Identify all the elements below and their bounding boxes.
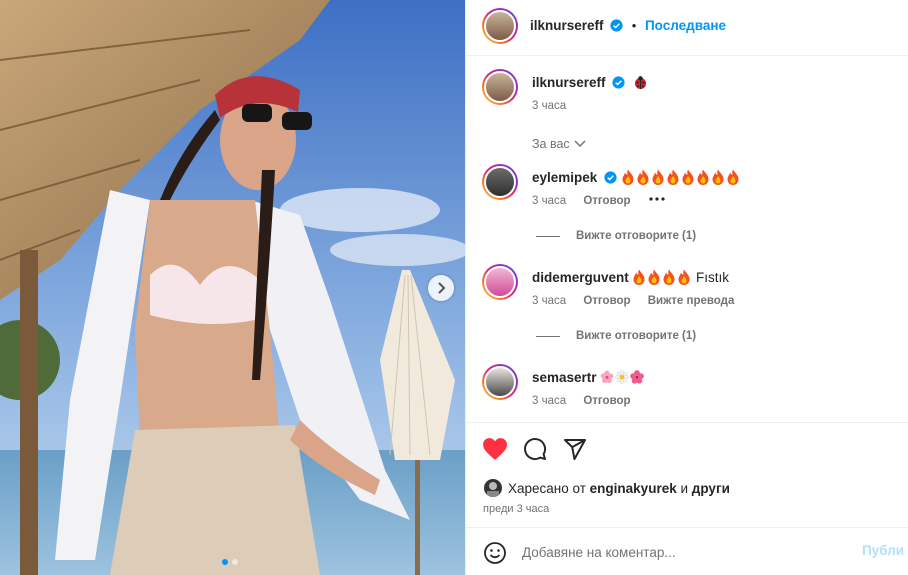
comment-username[interactable]: eylemipek — [532, 170, 597, 185]
translate-button[interactable]: Вижте превода — [648, 295, 735, 307]
comment-username[interactable]: didemerguvent — [532, 270, 629, 285]
liker-username[interactable]: enginakyurek — [590, 481, 677, 496]
for-you-filter[interactable]: За вас — [532, 137, 586, 151]
verified-icon — [612, 76, 625, 89]
comment-time: 3 часа — [532, 295, 567, 307]
comment-body: semasertr — [532, 369, 645, 385]
share-icon[interactable] — [563, 437, 587, 461]
reply-button[interactable]: Отговор — [583, 395, 630, 407]
post-photo[interactable] — [0, 0, 465, 575]
ladybug-icon — [634, 76, 646, 90]
hibiscus-emoji-icon — [630, 370, 644, 384]
comment-meta: 3 часа Отговор — [532, 395, 645, 407]
carousel-indicator — [222, 559, 238, 565]
post-time[interactable]: преди 3 часа — [483, 503, 549, 515]
comment-avatar[interactable] — [482, 264, 518, 300]
caption-username[interactable]: ilknursereff — [532, 75, 606, 90]
fire-emoji-icon — [648, 269, 660, 285]
header-bullet: • — [631, 18, 637, 33]
fire-emoji-icon — [697, 169, 709, 185]
likes-others[interactable]: други — [692, 481, 730, 496]
view-replies-label: Вижте отговорите (1) — [576, 330, 697, 342]
fire-emoji-icon — [712, 169, 724, 185]
daisy-emoji-icon — [615, 369, 630, 385]
carousel-dot — [232, 559, 238, 565]
post-comment-button[interactable]: Публи — [862, 543, 904, 558]
comment-time: 3 часа — [532, 195, 567, 207]
next-photo-button[interactable] — [428, 275, 454, 301]
post-actions: Харесано от enginakyurek и други преди 3… — [466, 422, 908, 527]
comment-input[interactable] — [522, 542, 842, 562]
fire-emoji-icon — [633, 269, 645, 285]
comment-meta: 3 часа Отговор Вижте превода — [532, 295, 748, 307]
comment-body: eylemipek — [532, 169, 741, 185]
view-replies-label: Вижте отговорите (1) — [576, 230, 697, 242]
likes-conj: и — [680, 480, 689, 496]
instagram-post-view: ilknursereff • Последване ilknursereff 3… — [0, 0, 908, 575]
fire-emoji-icon — [652, 169, 664, 185]
verified-icon — [604, 171, 617, 184]
chevron-down-icon — [574, 140, 586, 148]
view-replies-button[interactable]: Вижте отговорите (1) — [536, 330, 696, 342]
author-avatar[interactable] — [482, 8, 518, 44]
comment-emoji — [600, 369, 645, 385]
comment-icon[interactable] — [523, 437, 547, 461]
fire-emoji-icon — [622, 169, 634, 185]
fire-emoji-icon — [727, 169, 739, 185]
carousel-dot-active — [222, 559, 228, 565]
follow-button[interactable]: Последване — [645, 18, 726, 33]
comment-body: didemerguvent Fıstık — [532, 269, 729, 285]
comment-meta: 3 часа Отговор — [532, 195, 666, 207]
liker-avatar[interactable] — [484, 479, 502, 497]
more-icon[interactable] — [648, 196, 666, 202]
likes-prefix: Харесано от — [508, 480, 586, 496]
cherry-blossom-emoji-icon — [600, 370, 614, 384]
author-username[interactable]: ilknursereff — [530, 18, 604, 33]
comments-list[interactable]: ilknursereff 3 часа За вас eylemipek 3 ч… — [466, 57, 908, 422]
comment-username[interactable]: semasertr — [532, 370, 597, 385]
reply-button[interactable]: Отговор — [583, 295, 630, 307]
chevron-right-icon — [438, 282, 446, 294]
for-you-label: За вас — [532, 137, 570, 151]
replies-line — [536, 335, 560, 337]
emoji-icon[interactable] — [483, 541, 507, 565]
caption-time: 3 часа — [532, 100, 567, 112]
likes-summary: Харесано от enginakyurek и други — [484, 479, 730, 497]
fire-emoji-icon — [682, 169, 694, 185]
view-replies-button[interactable]: Вижте отговорите (1) — [536, 230, 696, 242]
fire-emoji-icon — [637, 169, 649, 185]
replies-line — [536, 235, 560, 237]
comment-emoji — [621, 169, 741, 185]
comment-avatar[interactable] — [482, 164, 518, 200]
comment-text: Fıstık — [696, 270, 730, 285]
comment-avatar[interactable] — [482, 364, 518, 400]
comment-emoji — [632, 269, 692, 285]
heart-icon[interactable] — [482, 437, 508, 461]
post-panel: ilknursereff • Последване ilknursereff 3… — [465, 0, 908, 575]
fire-emoji-icon — [678, 269, 690, 285]
add-comment-bar: Публи — [466, 527, 908, 575]
fire-emoji-icon — [667, 169, 679, 185]
comment-time: 3 часа — [532, 395, 567, 407]
reply-button[interactable]: Отговор — [583, 195, 630, 207]
photo-illustration — [0, 0, 465, 575]
caption-author-avatar[interactable] — [482, 69, 518, 105]
fire-emoji-icon — [663, 269, 675, 285]
verified-icon — [610, 19, 623, 32]
post-header: ilknursereff • Последване — [466, 0, 908, 56]
